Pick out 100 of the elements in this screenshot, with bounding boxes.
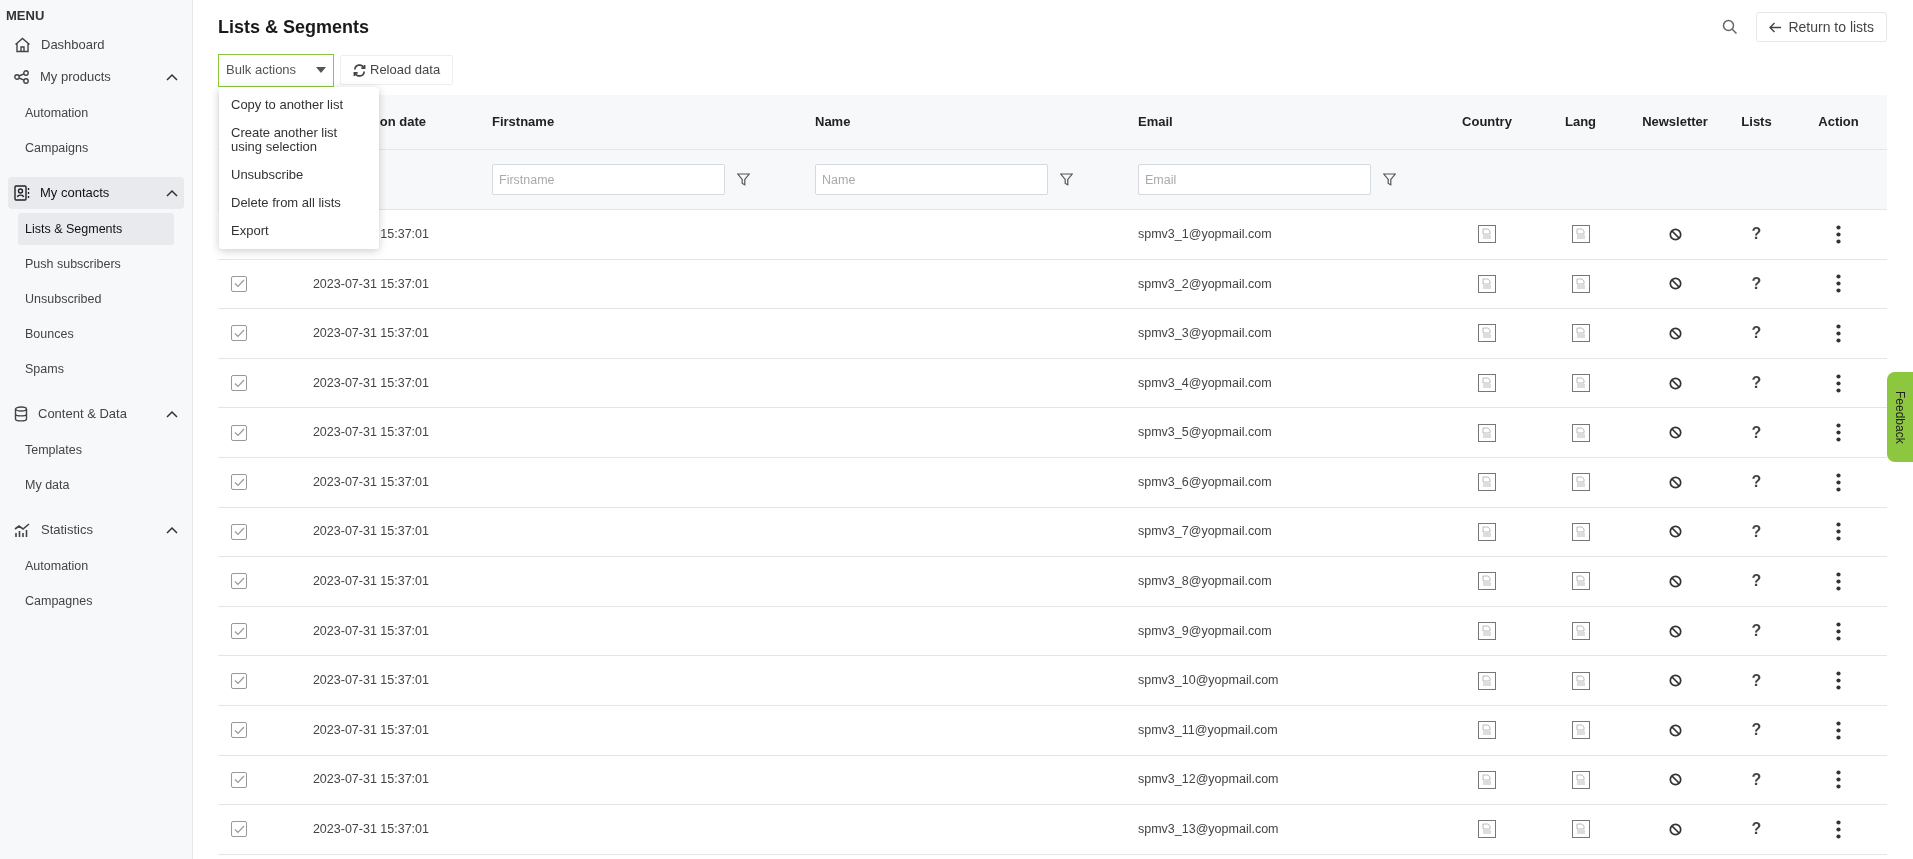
row-checkbox[interactable] <box>231 573 247 590</box>
filter-input[interactable]: Firstname <box>492 164 725 195</box>
chevron-up-icon[interactable] <box>166 410 178 418</box>
reload-button[interactable]: Reload data <box>340 55 454 85</box>
ban-icon <box>1668 426 1682 440</box>
broken-image-icon <box>1571 225 1590 244</box>
feedback-tab[interactable]: Feedback <box>1887 372 1913 462</box>
menu-item[interactable]: Export <box>219 217 379 245</box>
sidebar-item[interactable]: Campaigns <box>18 132 174 164</box>
row-checkbox[interactable] <box>231 474 247 491</box>
filter-icon[interactable] <box>737 173 750 186</box>
lists-value: ? <box>1751 273 1762 294</box>
sidebar-item[interactable]: Push subscribers <box>18 248 174 280</box>
broken-image-icon <box>1571 820 1590 839</box>
row-checkbox[interactable] <box>231 771 247 788</box>
column-header: Email <box>1138 114 1173 130</box>
filter-input[interactable]: Email <box>1138 164 1371 195</box>
kebab-menu-icon[interactable] <box>1836 571 1841 591</box>
filter-icon[interactable] <box>1060 173 1073 186</box>
kebab-menu-icon[interactable] <box>1836 224 1841 244</box>
date-cell-text: 2023-07-31 15:37:01 <box>312 771 429 789</box>
broken-image-icon <box>1571 622 1590 641</box>
row-checkbox[interactable] <box>231 325 247 342</box>
lists-value: ? <box>1751 521 1762 542</box>
ban-icon <box>1668 574 1682 588</box>
date-cell-text: 2023-07-31 15:37:01 <box>312 672 429 690</box>
row-checkbox[interactable] <box>231 821 247 838</box>
kebab-menu-icon[interactable] <box>1836 770 1841 790</box>
sidebar-group[interactable]: My products <box>8 61 184 93</box>
return-button[interactable]: Return to lists <box>1756 12 1887 42</box>
broken-image-icon <box>1478 572 1496 591</box>
ban-icon <box>1668 773 1682 787</box>
email-cell: spmv3_9@yopmail.com <box>1138 623 1272 638</box>
column-header: Lang <box>1564 114 1597 130</box>
sidebar-item[interactable]: Spams <box>18 353 174 385</box>
broken-image-icon <box>1571 274 1590 293</box>
chevron-up-icon[interactable] <box>166 73 178 81</box>
sidebar-group[interactable]: Dashboard <box>8 29 184 61</box>
ban-icon <box>1668 723 1682 737</box>
filter-icon[interactable] <box>1383 173 1396 186</box>
kebab-menu-icon[interactable] <box>1836 324 1841 343</box>
sidebar-item[interactable]: Automation <box>18 550 174 582</box>
caret-down-icon <box>316 67 326 73</box>
sidebar-item[interactable]: Templates <box>18 434 174 466</box>
sidebar-item[interactable]: Campagnes <box>18 585 174 617</box>
lists-value: ? <box>1751 224 1762 245</box>
date-cell-text: 2023-07-31 15:37:01 <box>312 721 429 739</box>
broken-image-icon <box>1478 522 1496 541</box>
ban-icon <box>1668 525 1682 539</box>
search-icon[interactable] <box>1722 19 1739 35</box>
kebab-menu-icon[interactable] <box>1836 472 1841 492</box>
filter-input[interactable]: Name <box>815 164 1048 195</box>
row-checkbox[interactable] <box>231 722 247 739</box>
broken-image-icon <box>1478 622 1496 641</box>
sidebar-group[interactable]: Content & Data <box>8 398 184 430</box>
column-header: Name <box>815 114 851 130</box>
kebab-menu-icon[interactable] <box>1836 720 1841 740</box>
menu-item[interactable]: Delete from all lists <box>219 189 379 217</box>
broken-image-icon <box>1478 770 1496 789</box>
lists-value: ? <box>1751 323 1762 344</box>
sidebar-item[interactable]: Bounces <box>18 318 174 350</box>
sidebar-item[interactable]: My data <box>18 469 174 501</box>
menu-item[interactable]: Copy to another list <box>219 91 379 119</box>
kebab-menu-icon[interactable] <box>1836 274 1841 294</box>
broken-image-icon <box>1571 423 1590 442</box>
home-icon <box>14 37 31 53</box>
sidebar-item[interactable]: Automation <box>18 97 174 129</box>
row-checkbox[interactable] <box>231 424 247 441</box>
broken-image-icon <box>1478 324 1496 343</box>
broken-image-icon <box>1571 374 1590 393</box>
ban-icon <box>1668 624 1682 638</box>
email-cell: spmv3_8@yopmail.com <box>1138 574 1272 589</box>
kebab-menu-icon[interactable] <box>1836 373 1841 393</box>
kebab-menu-icon[interactable] <box>1836 819 1841 839</box>
row-checkbox[interactable] <box>231 623 247 640</box>
column-header: Country <box>1462 114 1512 130</box>
kebab-menu-icon[interactable] <box>1836 671 1841 691</box>
lists-value: ? <box>1751 769 1762 790</box>
sidebar-item[interactable]: Unsubscribed <box>18 283 174 315</box>
row-checkbox[interactable] <box>231 275 247 292</box>
column-header: on date <box>379 114 426 130</box>
sidebar-group[interactable]: Statistics <box>8 514 184 546</box>
email-cell: spmv3_6@yopmail.com <box>1138 474 1272 489</box>
column-header: Action <box>1818 114 1859 130</box>
kebab-menu-icon[interactable] <box>1836 522 1841 542</box>
kebab-menu-icon[interactable] <box>1836 621 1841 641</box>
kebab-menu-icon[interactable] <box>1836 423 1841 443</box>
chevron-up-icon[interactable] <box>166 189 178 197</box>
chevron-up-icon[interactable] <box>166 526 178 534</box>
bulk-actions-dropdown[interactable]: Bulk actions <box>218 53 334 87</box>
row-checkbox[interactable] <box>231 672 247 689</box>
row-checkbox[interactable] <box>231 375 247 392</box>
lists-value: ? <box>1751 422 1762 443</box>
row-checkbox[interactable] <box>231 523 247 540</box>
broken-image-icon <box>1478 423 1496 442</box>
broken-image-icon <box>1478 721 1496 740</box>
sidebar-item[interactable]: Lists & Segments <box>18 213 174 245</box>
menu-item[interactable]: Create another list using selection <box>219 119 379 161</box>
sidebar-group[interactable]: My contacts <box>8 177 184 209</box>
menu-item[interactable]: Unsubscribe <box>219 161 379 189</box>
